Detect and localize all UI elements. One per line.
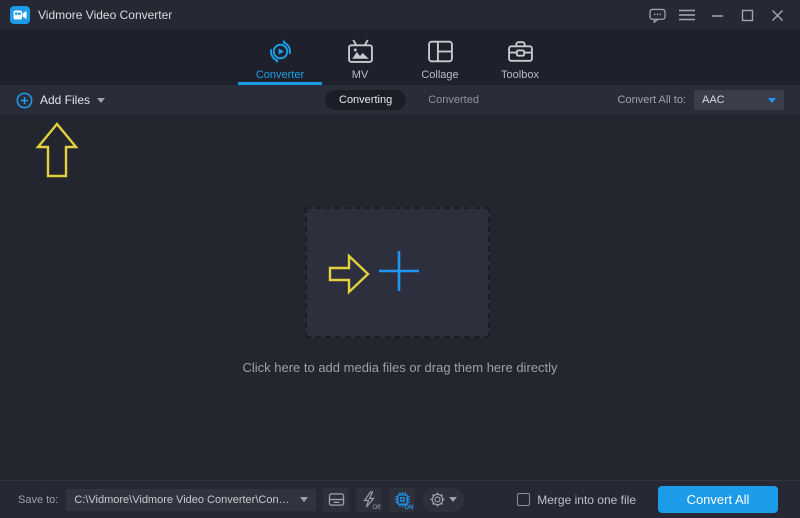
open-folder-button[interactable] — [323, 487, 350, 512]
main-content: Click here to add media files or drag th… — [0, 115, 800, 480]
close-icon[interactable] — [766, 4, 788, 26]
add-files-label: Add Files — [40, 93, 91, 107]
high-speed-toggle-button[interactable]: Off — [356, 487, 383, 512]
tab-mv-label: MV — [351, 69, 369, 81]
queue-tabs: Converting Converted — [325, 85, 479, 115]
convert-all-button[interactable]: Convert All — [658, 486, 778, 513]
menu-icon[interactable] — [676, 4, 698, 26]
tab-collage-label: Collage — [421, 69, 459, 81]
output-format-select[interactable]: AAC — [694, 90, 784, 110]
feedback-icon[interactable] — [646, 4, 668, 26]
add-files-button[interactable]: Add Files — [16, 92, 106, 109]
tab-mv[interactable]: MV — [320, 30, 400, 85]
convert-all-to-group: Convert All to: AAC — [618, 90, 784, 110]
gpu-state: ON — [404, 504, 414, 511]
app-logo-icon — [10, 6, 30, 24]
convert-all-to-label: Convert All to: — [617, 94, 686, 106]
titlebar: Vidmore Video Converter — [0, 0, 800, 30]
tab-converting[interactable]: Converting — [325, 90, 407, 110]
tab-converter-label: Converter — [255, 69, 305, 81]
gpu-acceleration-toggle-button[interactable]: ON — [389, 487, 416, 512]
chevron-down-icon — [300, 497, 309, 502]
toolbar: Add Files Converting Converted Convert A… — [0, 85, 800, 115]
collage-icon — [427, 38, 454, 65]
mv-icon — [347, 38, 374, 65]
merge-into-one-file-toggle[interactable]: Merge into one file — [517, 493, 636, 507]
high-speed-state: Off — [372, 504, 381, 511]
chevron-down-icon — [97, 97, 106, 103]
tab-converter[interactable]: Converter — [240, 30, 320, 85]
tab-toolbox[interactable]: Toolbox — [480, 30, 560, 85]
save-path-value: C:\Vidmore\Vidmore Video Converter\Conve… — [74, 493, 295, 506]
chevron-down-icon — [448, 497, 457, 502]
maximize-icon[interactable] — [736, 4, 758, 26]
tab-converted[interactable]: Converted — [428, 94, 479, 106]
plus-circle-icon — [16, 92, 33, 109]
media-dropzone[interactable] — [305, 207, 490, 338]
dropzone-hint-text[interactable]: Click here to add media files or drag th… — [0, 360, 800, 375]
chevron-down-icon — [768, 97, 776, 103]
minimize-icon[interactable] — [706, 4, 728, 26]
main-nav: Converter MV Collage Toolbox — [0, 30, 800, 85]
toolbox-icon — [507, 38, 534, 65]
annotation-right-arrow-icon — [327, 251, 371, 297]
bottom-bar: Save to: C:\Vidmore\Vidmore Video Conver… — [0, 480, 800, 518]
tab-toolbox-label: Toolbox — [501, 69, 539, 81]
settings-button[interactable] — [422, 487, 465, 512]
add-media-plus-icon — [378, 250, 420, 292]
merge-checkbox[interactable] — [517, 493, 531, 506]
save-path-select[interactable]: C:\Vidmore\Vidmore Video Converter\Conve… — [66, 488, 317, 511]
app-title: Vidmore Video Converter — [38, 8, 173, 22]
tab-collage[interactable]: Collage — [400, 30, 480, 85]
save-to-label: Save to: — [18, 493, 59, 506]
merge-label: Merge into one file — [537, 492, 636, 507]
output-format-value: AAC — [702, 94, 725, 106]
annotation-up-arrow-icon — [34, 121, 80, 179]
converter-icon — [267, 38, 294, 65]
